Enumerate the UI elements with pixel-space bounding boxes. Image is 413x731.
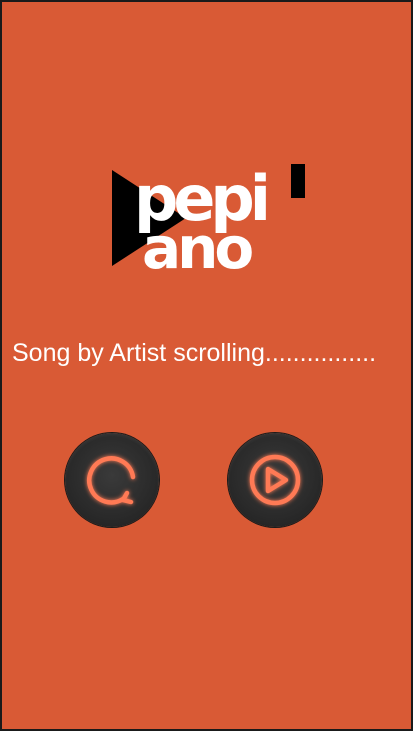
pepiano-logo: pepi ano: [108, 162, 308, 272]
replay-icon: [87, 456, 136, 505]
play-button[interactable]: [228, 433, 322, 527]
pepiano-logo-graphic: pepi ano: [112, 162, 305, 272]
logo-text-line2: ano: [142, 214, 252, 272]
now-playing-marquee: Song by Artist scrolling................: [12, 339, 377, 367]
replay-button[interactable]: [65, 433, 159, 527]
app-screen: pepi ano Song by Artist scrolling.......…: [2, 2, 411, 729]
play-icon: [249, 454, 301, 506]
